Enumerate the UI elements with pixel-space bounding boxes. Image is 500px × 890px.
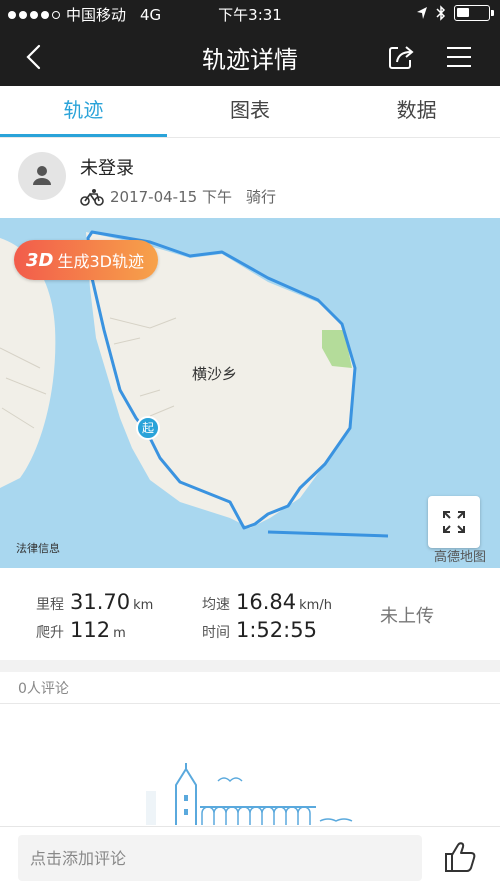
generate-3d-track-button[interactable]: 3D 生成3D轨迹 xyxy=(14,240,158,280)
thumbs-up-icon[interactable] xyxy=(442,839,478,875)
empty-comments-illustration xyxy=(146,763,353,825)
fullscreen-button[interactable] xyxy=(428,496,480,548)
location-arrow-icon xyxy=(417,7,427,19)
distance-unit: km xyxy=(133,598,154,613)
stat-climb: 爬升 112 m xyxy=(36,618,126,642)
nav-bar: 轨迹详情 xyxy=(0,28,500,86)
legal-info-link[interactable]: 法律信息 xyxy=(16,540,60,556)
map-place-label: 横沙乡 xyxy=(192,365,238,383)
climb-unit: m xyxy=(113,626,126,641)
expand-icon xyxy=(443,511,465,533)
stat-avg-speed: 均速 16.84 km/h xyxy=(202,590,332,614)
ride-meta: 2017-04-15 下午 骑行 xyxy=(80,186,276,207)
status-right xyxy=(416,5,494,21)
comment-input[interactable] xyxy=(18,835,422,881)
activity-type: 骑行 xyxy=(245,188,276,206)
climb-value: 112 xyxy=(70,618,111,642)
bicycle-icon xyxy=(80,188,104,206)
tab-chart[interactable]: 图表 xyxy=(167,86,334,137)
tab-track[interactable]: 轨迹 xyxy=(0,86,167,137)
user-name: 未登录 xyxy=(80,158,134,179)
status-bar: 中国移动 4G 下午3:31 xyxy=(0,0,500,28)
stat-duration: 时间 1:52:55 xyxy=(202,618,317,642)
ride-date: 2017-04-15 下午 xyxy=(110,188,232,206)
distance-value: 31.70 xyxy=(70,590,131,614)
avg-speed-unit: km/h xyxy=(299,598,332,613)
duration-value: 1:52:55 xyxy=(236,618,317,642)
generate-3d-label: 生成3D轨迹 xyxy=(57,252,144,271)
climb-label: 爬升 xyxy=(36,625,64,641)
upload-status[interactable]: 未上传 xyxy=(380,602,434,628)
bluetooth-icon xyxy=(436,5,446,21)
route-map[interactable]: 3D 生成3D轨迹 横沙乡 起 法律信息 高德地图 xyxy=(0,218,500,568)
avg-speed-label: 均速 xyxy=(202,597,230,613)
battery-icon xyxy=(454,5,494,21)
user-row: 未登录 2017-04-15 下午 骑行 xyxy=(0,140,500,218)
menu-icon[interactable] xyxy=(444,42,474,72)
comment-count: 0人评论 xyxy=(18,681,69,697)
avg-speed-value: 16.84 xyxy=(236,590,297,614)
duration-label: 时间 xyxy=(202,625,230,641)
tab-bar: 轨迹 图表 数据 xyxy=(0,86,500,138)
user-icon xyxy=(33,166,51,185)
map-provider-logo: 高德地图 xyxy=(434,550,487,565)
start-marker[interactable]: 起 xyxy=(136,416,160,440)
comment-bar xyxy=(0,826,500,890)
share-icon[interactable] xyxy=(386,42,416,72)
tab-data[interactable]: 数据 xyxy=(333,86,500,137)
avatar[interactable] xyxy=(18,152,66,200)
page-title: 轨迹详情 xyxy=(202,46,298,74)
stat-distance: 里程 31.70 km xyxy=(36,590,153,614)
screen: 中国移动 4G 下午3:31 轨迹详情 轨迹 图表 数据 未登录 2017-04… xyxy=(0,0,500,890)
distance-label: 里程 xyxy=(36,597,64,613)
comments-header: 0人评论 xyxy=(0,672,500,704)
3d-badge: 3D xyxy=(26,249,54,271)
section-divider xyxy=(0,660,500,672)
ride-stats: 里程 31.70 km 爬升 112 m 均速 16.84 km/h 时间 1:… xyxy=(0,568,500,660)
